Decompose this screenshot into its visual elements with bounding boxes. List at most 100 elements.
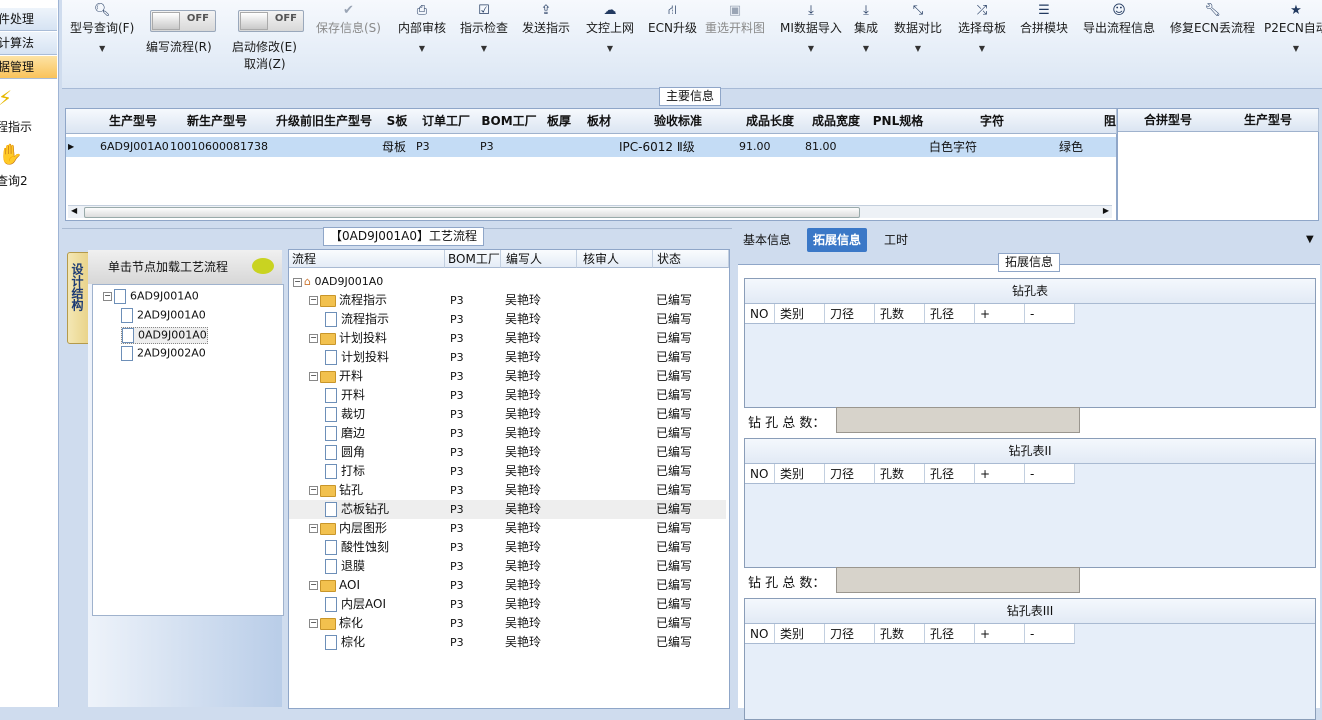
collapse-icon[interactable]: − — [309, 372, 318, 381]
integrate-button[interactable]: ⤓ 集成 ▼ — [854, 3, 878, 53]
ecn-upgrade-button[interactable]: ⛙ ECN升级 — [648, 3, 697, 36]
sidebar-item-3[interactable]: 据管理 — [0, 56, 57, 79]
drill-total-field[interactable] — [836, 567, 1080, 593]
chevron-down-icon[interactable]: ▼ — [586, 44, 634, 53]
collapse-icon[interactable]: − — [309, 524, 318, 533]
table-row[interactable]: − 钻孔 P3 吴艳玲 已编写 — [289, 481, 726, 500]
drill-col-header[interactable]: 类别 — [775, 624, 825, 644]
mi-data-import-button[interactable]: ⤓ MI数据导入 ▼ — [780, 3, 842, 53]
scrollbar-thumb[interactable] — [84, 207, 860, 218]
table-row[interactable]: 裁切 P3 吴艳玲 已编写 — [289, 405, 726, 424]
instruction-check-button[interactable]: ☑ 指示检查 ▼ — [460, 3, 508, 53]
lightning-icon[interactable]: ⚡ — [0, 86, 12, 110]
chevron-down-icon[interactable]: ▼ — [780, 44, 842, 53]
tab-work-hours[interactable]: 工时 — [878, 228, 914, 252]
drill-col-header[interactable]: NO — [745, 624, 775, 644]
fix-ecn-lost-process-button[interactable]: 🔧︎ 修复ECN丢流程 — [1170, 3, 1255, 36]
chevron-down-icon[interactable]: ▼ — [958, 44, 1006, 53]
data-compare-button[interactable]: ⤡ 数据对比 ▼ — [894, 3, 942, 53]
col-header[interactable]: 生产型号 — [99, 109, 168, 134]
table-row[interactable]: 计划投料 P3 吴艳玲 已编写 — [289, 348, 726, 367]
scroll-right-icon[interactable]: ▶ — [1103, 206, 1109, 215]
collapse-icon[interactable]: − — [309, 296, 318, 305]
write-process-toggle[interactable]: OFF — [150, 10, 216, 32]
save-info-button[interactable]: ✔ 保存信息(S) — [316, 3, 381, 36]
drill-col-header[interactable]: 类别 — [775, 464, 825, 484]
table-row[interactable]: 棕化 P3 吴艳玲 已编写 — [289, 633, 726, 652]
table-row[interactable]: 圆角 P3 吴艳玲 已编写 — [289, 443, 726, 462]
tree-node[interactable]: 2AD9J002A0 — [121, 346, 206, 361]
drill-col-header[interactable]: 孔数 — [875, 624, 925, 644]
chevron-down-icon[interactable]: ▼ — [70, 44, 134, 53]
tree-node[interactable]: 2AD9J001A0 — [121, 308, 206, 323]
drill-col-header[interactable]: - — [1025, 464, 1075, 484]
drill-col-header[interactable]: 孔径 — [925, 464, 975, 484]
sidebar-label-2[interactable]: 查询2 — [0, 172, 28, 189]
table-row[interactable]: 打标 P3 吴艳玲 已编写 — [289, 462, 726, 481]
col-header[interactable]: S板 — [381, 109, 414, 134]
drill-col-header[interactable]: 孔数 — [875, 464, 925, 484]
drill-col-header[interactable]: NO — [745, 464, 775, 484]
table-row[interactable]: 退膜 P3 吴艳玲 已编写 — [289, 557, 726, 576]
tree-node[interactable]: −6AD9J001A0 — [103, 289, 199, 304]
drill-col-header[interactable]: NO — [745, 304, 775, 324]
drill-col-header[interactable]: + — [975, 464, 1025, 484]
horizontal-scrollbar[interactable]: ◀ ▶ — [68, 205, 1112, 218]
chevron-down-icon[interactable]: ▼ — [894, 44, 942, 53]
col-header[interactable]: PNL规格 — [869, 109, 928, 134]
collapse-icon[interactable]: − — [309, 334, 318, 343]
sidebar-item-1[interactable]: 件处理 — [0, 8, 57, 31]
select-mother-board-button[interactable]: ⤮ 选择母板 ▼ — [958, 3, 1006, 53]
col-header[interactable]: 字符 — [927, 109, 1058, 134]
tree-node-selected[interactable]: 0AD9J001A0 — [121, 327, 208, 344]
col-header[interactable]: 板材 — [579, 109, 620, 134]
drill-col-header[interactable]: 类别 — [775, 304, 825, 324]
col-header[interactable]: 状态 — [653, 250, 729, 268]
table-row-selected[interactable]: 芯板钻孔 P3 吴艳玲 已编写 — [289, 500, 726, 519]
col-header[interactable]: 板厚 — [539, 109, 580, 134]
chevron-down-icon[interactable]: ▼ — [854, 44, 878, 53]
col-header[interactable]: 升级前旧生产型号 — [267, 109, 382, 134]
table-row[interactable]: 流程指示 P3 吴艳玲 已编写 — [289, 310, 726, 329]
design-structure-tab[interactable]: 设计结构 — [67, 252, 89, 344]
col-header[interactable]: 成品宽度 — [803, 109, 870, 134]
send-instruction-button[interactable]: ⇪ 发送指示 — [522, 3, 570, 36]
col-header[interactable]: 合拼型号 — [1118, 109, 1219, 132]
col-header[interactable]: 新生产型号 — [167, 109, 268, 134]
table-row[interactable]: 内层AOI P3 吴艳玲 已编写 — [289, 595, 726, 614]
doc-control-upload-button[interactable]: ☁ 文控上网 ▼ — [586, 3, 634, 53]
col-header[interactable]: BOM工厂 — [445, 250, 501, 268]
col-header[interactable]: 成品长度 — [737, 109, 804, 134]
drill-col-header[interactable]: - — [1025, 624, 1075, 644]
col-header[interactable]: BOM工厂 — [479, 109, 540, 134]
drill-col-header[interactable]: 刀径 — [825, 624, 875, 644]
col-header[interactable]: 订单工厂 — [413, 109, 480, 134]
col-header[interactable]: 生产型号 — [1218, 109, 1319, 132]
collapse-icon[interactable]: − — [309, 486, 318, 495]
table-row[interactable]: − 计划投料 P3 吴艳玲 已编写 — [289, 329, 726, 348]
reselect-cut-diagram-button[interactable]: ▣ 重选开料图 — [705, 3, 765, 36]
drill-col-header[interactable]: 孔数 — [875, 304, 925, 324]
export-process-info-button[interactable]: ☺ 导出流程信息 — [1083, 3, 1155, 36]
drill-col-header[interactable]: 孔径 — [925, 624, 975, 644]
col-header[interactable]: 流程 — [289, 250, 445, 268]
drill-col-header[interactable]: 孔径 — [925, 304, 975, 324]
scroll-left-icon[interactable]: ◀ — [71, 206, 77, 215]
start-edit-toggle[interactable]: OFF — [238, 10, 304, 32]
drill-col-header[interactable]: 刀径 — [825, 304, 875, 324]
collapse-icon[interactable]: − — [309, 581, 318, 590]
col-header[interactable]: 核审人 — [577, 250, 653, 268]
model-query-button[interactable]: 🔍︎ 型号查询(F) ▼ — [70, 3, 134, 53]
drill-col-header[interactable]: 刀径 — [825, 464, 875, 484]
table-row[interactable]: − 流程指示 P3 吴艳玲 已编写 — [289, 291, 726, 310]
drill-col-header[interactable]: + — [975, 304, 1025, 324]
table-row[interactable]: ▶ 6AD9J001A0 10010600081738 母板 P3 P3 IPC… — [66, 137, 1116, 157]
col-header[interactable]: 阻 — [1057, 109, 1117, 134]
col-header[interactable]: 验收标准 — [619, 109, 738, 134]
table-row[interactable]: 酸性蚀刻 P3 吴艳玲 已编写 — [289, 538, 726, 557]
cancel-label[interactable]: 取消(Z) — [244, 55, 286, 72]
folder-search-icon[interactable]: ✋ — [0, 142, 23, 166]
table-row[interactable]: − 开料 P3 吴艳玲 已编写 — [289, 367, 726, 386]
table-row[interactable]: 开料 P3 吴艳玲 已编写 — [289, 386, 726, 405]
internal-review-button[interactable]: ⎙ 内部审核 ▼ — [398, 3, 446, 53]
